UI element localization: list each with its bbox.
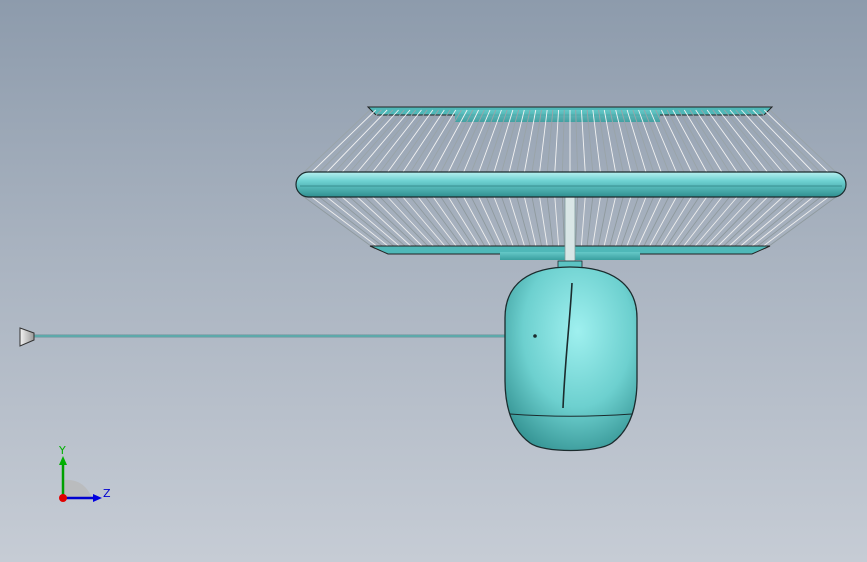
triad-graphic: Y Z [58,444,111,502]
lamp-shade[interactable] [295,106,847,266]
shade-rib [523,193,538,250]
shade-rib [469,193,498,250]
shade-rib [759,193,833,250]
shade-rib [701,109,748,177]
cord-entry-point [533,334,537,338]
shade-rib [580,193,586,250]
shade-rib [686,193,733,250]
graphics-viewport[interactable]: Y Z [0,0,867,562]
shade-rib [647,193,679,250]
shade-rib [586,193,594,250]
shade-rib [692,193,741,250]
shade-rib [763,109,833,177]
shade-ring [295,171,847,198]
shade-rib [315,193,387,250]
x-axis-icon [59,494,67,502]
shade-rib [315,109,382,177]
shade-rib [695,109,741,177]
shade-rib [758,109,825,177]
shade-rib [602,193,617,250]
shade-rib [753,193,825,250]
shade-rib [630,193,656,250]
shade-rib [399,193,448,250]
shade-rib [546,193,554,250]
cord-plug[interactable] [19,327,35,347]
shade-rib [407,193,454,250]
shade-rib [361,109,417,177]
reference-triad[interactable]: Y Z [50,440,120,510]
shade-rib [384,109,434,177]
shade-rib [649,109,679,177]
shade-rib [399,109,445,177]
model-scene[interactable] [0,0,867,562]
shade-rib [307,109,377,177]
shade-rib [748,193,818,250]
shade-rib [299,109,371,177]
shade-rib [561,193,565,250]
y-arrow-icon [59,456,67,465]
z-axis-label: Z [103,487,111,500]
shade-rib [307,193,381,250]
lamp-stem [564,194,576,266]
shade-rib [706,109,756,177]
lamp-base[interactable] [504,260,638,452]
y-axis-label: Y [58,444,66,457]
shade-rib [430,109,468,177]
shade-rib [608,193,625,250]
shade-rib [672,109,710,177]
shade-rib [322,193,392,250]
shade-rib [741,109,802,177]
shade-rib [575,193,579,250]
shade-rib [655,109,687,177]
shade-rib [484,193,510,250]
shade-rib [723,109,779,177]
shade-rib [642,193,671,250]
shade-rib [461,193,493,250]
triad-plane [63,479,92,498]
shade-rib [415,109,457,177]
shade-rib [683,109,725,177]
z-arrow-icon [93,494,102,502]
shade-rib [515,193,532,250]
shade-rib [554,193,560,250]
shade-rib [338,109,399,177]
upper-wires [299,109,841,177]
shade-rib [769,109,841,177]
shade-rib [392,109,439,177]
